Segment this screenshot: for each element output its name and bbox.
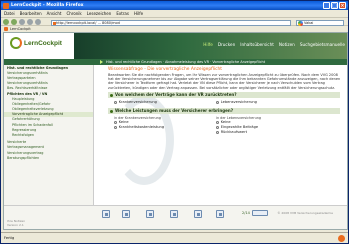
page-content: LernCockpit Hilfe Drucken Inhaltsübersic… <box>3 32 348 230</box>
main-panel: Wissensabfrage - Die vorvertragliche Anz… <box>108 67 344 207</box>
address-text: http://lerncockpit.local/ ... 8080/mod <box>56 20 120 25</box>
top-nav: Hilfe Drucken Inhaltsübersicht Notizen S… <box>203 42 345 47</box>
title-bar: LernCockpit - Mozilla Firefox _ □ × <box>1 1 348 10</box>
copyright: © 2008 VVB Versicherungsakademie <box>277 211 333 215</box>
radio-button[interactable] <box>216 126 220 130</box>
option-label: Krankheitskostenleistung <box>118 125 165 130</box>
window-title: LernCockpit - Mozilla Firefox <box>11 3 84 8</box>
option-label: Lebensversicherung <box>220 99 257 104</box>
option-leben[interactable]: Lebensversicherung <box>216 100 318 105</box>
sidebar-item[interactable]: Rechtsfolgen <box>4 132 93 137</box>
option-krankheitskosten[interactable]: Krankheitskostenleistung <box>114 125 216 130</box>
radio-button[interactable] <box>114 121 118 125</box>
status-text: Fertig <box>4 236 15 240</box>
question-1-text: Von welchem der Verträge kann der VR zur… <box>115 92 237 98</box>
search-text: Vakai <box>304 20 314 25</box>
notes-icon[interactable] <box>170 210 178 218</box>
menu-bookmarks[interactable]: Lesezeichen <box>87 10 112 17</box>
intro-text: Beantworten Sie die nachfolgenden Fragen… <box>108 72 341 90</box>
option-kranken[interactable]: Krankenversicherung <box>114 100 216 105</box>
app-header: LernCockpit Hilfe Drucken Inhaltsübersic… <box>4 33 347 59</box>
nav-contents[interactable]: Inhaltsübersicht <box>240 42 274 47</box>
question-2: Welche Leistungen muss der Versicherer e… <box>108 108 340 115</box>
option-label: Krankenversicherung <box>118 99 157 104</box>
radio-button[interactable] <box>114 100 118 104</box>
maximize-button[interactable]: □ <box>331 2 338 9</box>
sidebar: Hist. und rechtliche Grundlagen Versicher… <box>4 65 94 205</box>
radio-button[interactable] <box>216 121 220 125</box>
next-page-button[interactable] <box>252 210 268 216</box>
question-1-options: Krankenversicherung Lebensversicherung <box>108 98 344 106</box>
bookmark-item[interactable]: LernCockpit <box>10 27 31 31</box>
previous-icon[interactable] <box>122 210 130 218</box>
bottom-toolbar: 2/14 © 2008 VVB Versicherungsakademie Ih… <box>4 205 347 229</box>
address-bar[interactable]: http://lerncockpit.local/ ... 8080/mod <box>51 19 291 26</box>
status-bar: Fertig <box>1 232 348 243</box>
forward-icon[interactable] <box>11 18 17 25</box>
menu-view[interactable]: Ansicht <box>47 10 62 17</box>
status-icon <box>338 235 345 242</box>
menu-help[interactable]: Hilfe <box>134 10 143 17</box>
nav-search[interactable]: Suchgebietsmanuelle <box>300 42 345 47</box>
menu-edit[interactable]: Bearbeiten <box>20 10 42 17</box>
breadcrumb-arrow-icon <box>100 60 103 64</box>
logo-swirl-icon <box>10 37 22 49</box>
nav-print[interactable]: Drucken <box>218 42 235 47</box>
nav-notes[interactable]: Notizen <box>279 42 295 47</box>
radio-button[interactable] <box>216 100 220 104</box>
q1-col-2: Lebensversicherung <box>216 100 318 105</box>
q2-col-2: in der Lebensversicherung Keine Eingezah… <box>216 116 318 136</box>
bullet-icon <box>110 109 113 113</box>
first-page-icon[interactable] <box>102 210 110 218</box>
stop-icon[interactable] <box>27 18 33 25</box>
option-rueckkaufswert[interactable]: Rückkaufswert <box>216 130 318 135</box>
nav-toolbar: http://lerncockpit.local/ ... 8080/mod V… <box>1 17 348 26</box>
reload-icon[interactable] <box>19 18 25 25</box>
footer-links: Ihre Notizen Version 2.1 <box>7 219 25 227</box>
menu-tools[interactable]: Extras <box>116 10 129 17</box>
browser-window: LernCockpit - Mozilla Firefox _ □ × Date… <box>0 0 349 244</box>
next-icon[interactable] <box>216 210 224 218</box>
menu-file[interactable]: Datei <box>4 10 15 17</box>
nav-help[interactable]: Hilfe <box>203 42 213 47</box>
site-icon <box>53 21 56 25</box>
close-button[interactable]: × <box>339 2 346 9</box>
brand-name: LernCockpit <box>24 40 62 47</box>
logo: LernCockpit <box>10 35 70 57</box>
google-icon <box>298 21 303 26</box>
back-icon[interactable] <box>3 18 9 25</box>
print-icon[interactable] <box>194 210 202 218</box>
q1-col-1: Krankenversicherung <box>114 100 216 105</box>
question-2-text: Welche Leistungen muss der Versicherer e… <box>115 108 234 114</box>
q2-col-1: in der Krankenversicherung Keine Krankhe… <box>114 116 216 136</box>
sidebar-item[interactable]: Beratungspflichten <box>4 155 93 160</box>
home-icon[interactable] <box>35 18 41 25</box>
option-label: Rückkaufswert <box>220 130 248 135</box>
bookmark-icon <box>4 27 8 31</box>
question-1: Von welchem der Verträge kann der VR zur… <box>108 92 340 99</box>
bullet-icon <box>110 93 113 97</box>
radio-button[interactable] <box>114 126 118 130</box>
footer-version: Version 2.1 <box>7 222 24 227</box>
firefox-icon <box>3 2 9 9</box>
question-2-options: in der Krankenversicherung Keine Krankhe… <box>108 114 344 137</box>
minimize-button[interactable]: _ <box>323 2 330 9</box>
radio-button[interactable] <box>216 131 220 135</box>
menu-history[interactable]: Chronik <box>66 10 81 17</box>
breadcrumb-text: Hist. und rechtliche Grundlagen · Abnahm… <box>106 60 266 64</box>
page-title: Wissensabfrage - Die vorvertragliche Anz… <box>108 67 223 72</box>
page-counter: 2/14 <box>242 211 250 215</box>
window-controls: _ □ × <box>323 2 346 9</box>
search-box[interactable]: Vakai <box>296 19 344 26</box>
glossary-icon[interactable] <box>146 210 154 218</box>
menu-bar: Datei Bearbeiten Ansicht Chronik Lesezei… <box>1 10 348 17</box>
